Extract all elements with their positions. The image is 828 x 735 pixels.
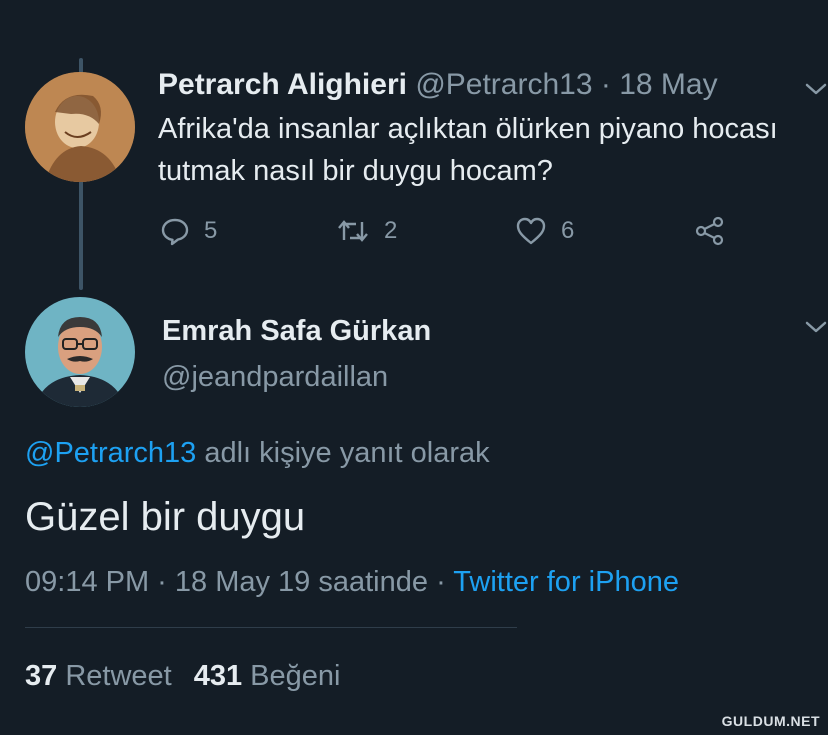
reply-to-handle-link[interactable]: @Petrarch13 [25, 437, 196, 469]
like-button[interactable]: 6 [515, 213, 574, 249]
reply-to-suffix: adlı kişiye yanıt olarak [204, 437, 490, 469]
reply-context: @Petrarch13 adlı kişiye yanıt olarak [25, 432, 490, 474]
share-button[interactable] [694, 213, 740, 249]
like-count: 6 [561, 217, 575, 244]
tweet1-author-name[interactable]: Petrarch Alighieri [158, 68, 407, 101]
retweets-label: Retweet [65, 660, 172, 692]
reply-icon [161, 218, 189, 246]
retweet-count: 2 [384, 217, 398, 244]
chevron-down-icon[interactable] [805, 82, 827, 96]
tweet2-author-name[interactable]: Emrah Safa Gürkan [162, 310, 431, 352]
likes-label: Beğeni [250, 660, 341, 692]
retweet-icon [338, 220, 368, 242]
avatar-petrarch[interactable] [25, 72, 135, 182]
likes-stat[interactable]: 431 Beğeni [194, 660, 341, 692]
like-icon [516, 217, 546, 245]
source-separator: · [436, 566, 446, 598]
avatar-emrah[interactable] [25, 297, 135, 407]
reply-count: 5 [204, 217, 218, 244]
source-link[interactable]: Twitter for iPhone [453, 566, 679, 598]
tweet1-separator: · [600, 68, 611, 101]
watermark: GULDUM.NET [721, 713, 820, 729]
retweets-count: 37 [25, 660, 58, 692]
likes-count: 431 [193, 660, 243, 692]
tweet1-handle[interactable]: @Petrarch13 [415, 68, 592, 101]
tweet1-header: Petrarch Alighieri @Petrarch13 · 18 May [158, 64, 718, 106]
retweets-stat[interactable]: 37 Retweet [25, 660, 172, 692]
tweet1-text: Afrika'da insanlar açlıktan ölürken piya… [158, 113, 778, 187]
chevron-down-icon[interactable] [805, 320, 827, 334]
tweet2-text: Güzel bir duygu [25, 495, 306, 539]
reply-button[interactable]: 5 [160, 213, 217, 249]
tweet2-stats: 37 Retweet 431 Beğeni [25, 654, 340, 698]
tweet2-timestamp[interactable]: 09:14 PM · 18 May 19 saatinde [25, 566, 428, 598]
tweet2-handle[interactable]: @jeandpardaillan [162, 356, 388, 398]
share-icon [695, 216, 724, 246]
tweet1-date[interactable]: 18 May [619, 68, 717, 101]
retweet-button[interactable]: 2 [336, 213, 397, 249]
divider [25, 627, 517, 628]
tweet2-meta: 09:14 PM · 18 May 19 saatinde · Twitter … [25, 560, 679, 604]
